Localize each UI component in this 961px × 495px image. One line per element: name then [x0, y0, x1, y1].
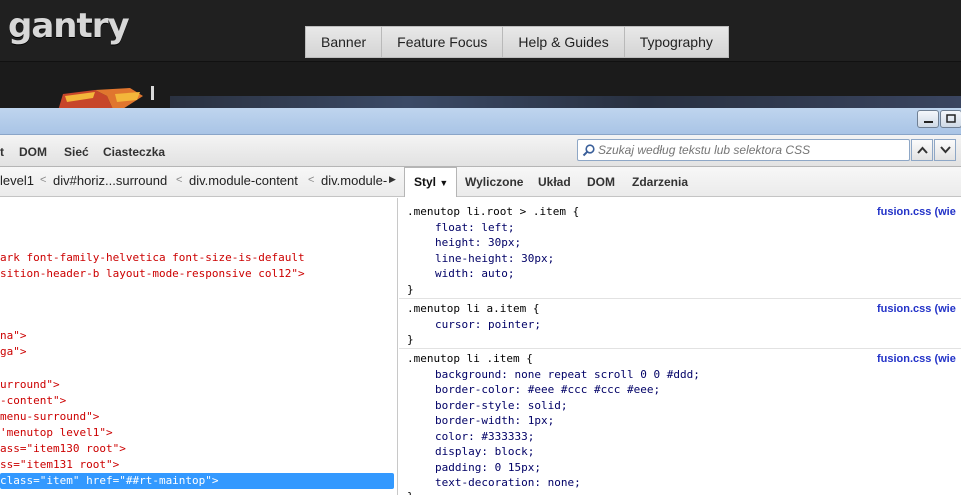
site-nav-banner[interactable]: Banner	[306, 27, 383, 57]
search-icon	[582, 144, 595, 157]
css-property[interactable]: height: 30px;	[435, 235, 521, 251]
html-line-text: ss="item131 root">	[0, 458, 120, 471]
css-property[interactable]: border-color: #eee #ccc #ccc #eee;	[435, 382, 660, 398]
css-property[interactable]: border-style: solid;	[435, 398, 567, 414]
tab-side-dom[interactable]: DOM	[587, 175, 615, 189]
css-property[interactable]: float: left;	[435, 220, 514, 236]
css-selector[interactable]: .menutop li a.item {	[407, 301, 539, 317]
html-tree-line[interactable]: sition-header-b layout-mode-responsive c…	[0, 266, 394, 282]
html-tree-line[interactable]: na">	[0, 328, 394, 344]
restore-button[interactable]	[940, 110, 961, 128]
html-tree-line[interactable]: ark font-family-helvetica font-size-is-d…	[0, 250, 394, 266]
css-property[interactable]: border-width: 1px;	[435, 413, 554, 429]
minimize-button[interactable]	[917, 110, 939, 128]
breadcrumb-separator-icon: <	[308, 174, 315, 186]
css-source-link[interactable]: fusion.css (wie	[877, 303, 956, 315]
breadcrumb: level1 < div#horiz...surround < div.modu…	[0, 167, 396, 197]
breadcrumb-separator-icon: <	[176, 174, 183, 186]
restore-icon	[946, 114, 956, 123]
css-source-link[interactable]: fusion.css (wie	[877, 206, 956, 218]
breadcrumb-separator-icon: <	[40, 174, 47, 186]
search-previous-button[interactable]	[911, 139, 933, 161]
css-property[interactable]: display: block;	[435, 444, 534, 460]
html-tree-pane[interactable]: ark font-family-helvetica font-size-is-d…	[0, 198, 398, 495]
css-source-link[interactable]: fusion.css (wie	[877, 353, 956, 365]
css-close-brace: }	[407, 333, 414, 346]
html-line-text: menu-surround">	[0, 410, 100, 423]
tab-dom[interactable]: DOM	[19, 145, 47, 159]
tab-layout[interactable]: Układ	[538, 175, 571, 189]
firebug-titlebar	[0, 108, 961, 135]
html-line-text: sition-header-b layout-mode-responsive c…	[0, 267, 305, 280]
search-input[interactable]	[598, 141, 906, 159]
site-logo[interactable]: gantry	[8, 6, 130, 46]
css-selector[interactable]: .menutop li .item {	[407, 351, 533, 367]
site-nav-typography[interactable]: Typography	[624, 27, 728, 57]
html-tree-line[interactable]: ga">	[0, 344, 394, 360]
html-tree-line[interactable]: ass="item130 root">	[0, 441, 394, 457]
chevron-up-icon	[917, 146, 928, 154]
breadcrumb-item[interactable]: div.module-	[321, 173, 387, 188]
minimize-icon	[924, 121, 933, 123]
html-tree-line[interactable]: menu-surround">	[0, 409, 394, 425]
tab-events[interactable]: Zdarzenia	[632, 175, 688, 189]
html-line-text: ass="item130 root">	[0, 442, 126, 455]
tab-cookies[interactable]: Ciasteczka	[103, 145, 165, 159]
html-line-text: na">	[0, 329, 27, 342]
breadcrumb-item[interactable]: div.module-content	[189, 173, 298, 188]
html-tree-line[interactable]: urround">	[0, 377, 394, 393]
css-property[interactable]: text-decoration: none;	[435, 475, 581, 491]
css-close-brace: }	[407, 489, 414, 495]
firebug-toolbar: t DOM Sieć Ciasteczka	[0, 135, 961, 167]
breadcrumb-item[interactable]: level1	[0, 173, 34, 188]
tab-html[interactable]: t	[0, 145, 4, 159]
tab-style[interactable]: Styl ▼	[404, 167, 458, 197]
css-property[interactable]: width: auto;	[435, 266, 514, 282]
banner-graphic-icon	[58, 86, 154, 108]
breadcrumb-scroll-right-icon[interactable]: ▶	[389, 175, 396, 185]
css-property[interactable]: background: none repeat scroll 0 0 #ddd;	[435, 367, 700, 383]
site-nav-feature-focus[interactable]: Feature Focus	[382, 27, 504, 57]
site-header: gantry Banner Feature Focus Help & Guide…	[0, 0, 961, 62]
firebug-panel: t DOM Sieć Ciasteczka level1 < div#horiz…	[0, 108, 961, 495]
rule-divider	[399, 298, 961, 299]
css-property[interactable]: line-height: 30px;	[435, 251, 554, 267]
html-line-text: ark font-family-helvetica font-size-is-d…	[0, 251, 305, 264]
html-line-text: ga">	[0, 345, 27, 358]
tab-network[interactable]: Sieć	[64, 145, 89, 159]
banner-background	[170, 96, 961, 108]
tab-style-label: Styl	[414, 175, 437, 189]
breadcrumb-item[interactable]: div#horiz...surround	[53, 173, 167, 188]
css-property[interactable]: padding: 0 15px;	[435, 460, 541, 476]
search-box[interactable]	[577, 139, 910, 161]
html-line-text: -content">	[0, 394, 67, 407]
tab-computed[interactable]: Wyliczone	[465, 175, 523, 189]
css-selector[interactable]: .menutop li.root > .item {	[407, 204, 579, 220]
css-property[interactable]: color: #333333;	[435, 429, 534, 445]
html-line-text: urround">	[0, 378, 60, 391]
dropdown-arrow-icon: ▼	[439, 178, 449, 188]
css-property[interactable]: cursor: pointer;	[435, 317, 541, 333]
search-next-button[interactable]	[934, 139, 956, 161]
html-tree-line[interactable]: 'menutop level1">	[0, 425, 394, 441]
html-line-text: 'menutop level1">	[0, 426, 113, 439]
html-tree-line[interactable]: -content">	[0, 393, 394, 409]
rule-divider	[399, 348, 961, 349]
breadcrumb-bar: level1 < div#horiz...surround < div.modu…	[0, 167, 961, 197]
css-close-brace: }	[407, 282, 414, 296]
chevron-down-icon	[940, 146, 951, 154]
html-tree-line-selected[interactable]: class="item" href="##rt-maintop">	[0, 473, 394, 489]
website-viewport: gantry Banner Feature Focus Help & Guide…	[0, 0, 961, 108]
html-tree-line[interactable]: ss="item131 root">	[0, 457, 394, 473]
css-style-pane[interactable]: .menutop li.root > .item { fusion.css (w…	[399, 198, 961, 495]
html-line-text: class="item" href="##rt-maintop">	[0, 474, 219, 487]
site-nav-help-guides[interactable]: Help & Guides	[503, 27, 625, 57]
site-main-menu: Banner Feature Focus Help & Guides Typog…	[305, 26, 729, 58]
